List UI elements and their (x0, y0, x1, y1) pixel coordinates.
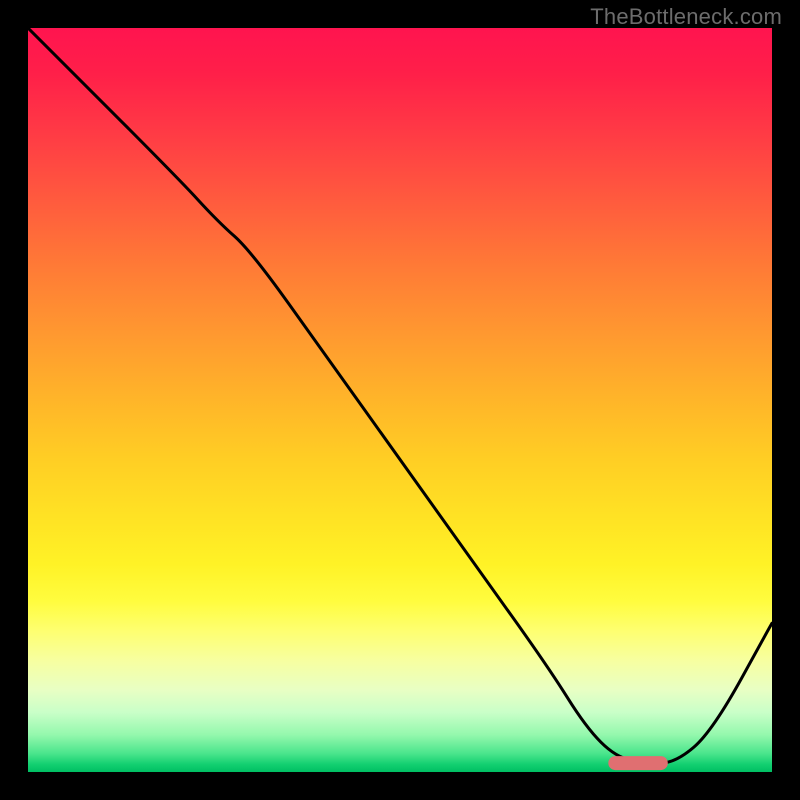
bottleneck-curve (28, 28, 772, 763)
curve-layer (28, 28, 772, 772)
highlight-marker (608, 756, 668, 770)
plot-area (28, 28, 772, 772)
chart-frame: TheBottleneck.com (0, 0, 800, 800)
watermark-text: TheBottleneck.com (590, 4, 782, 30)
